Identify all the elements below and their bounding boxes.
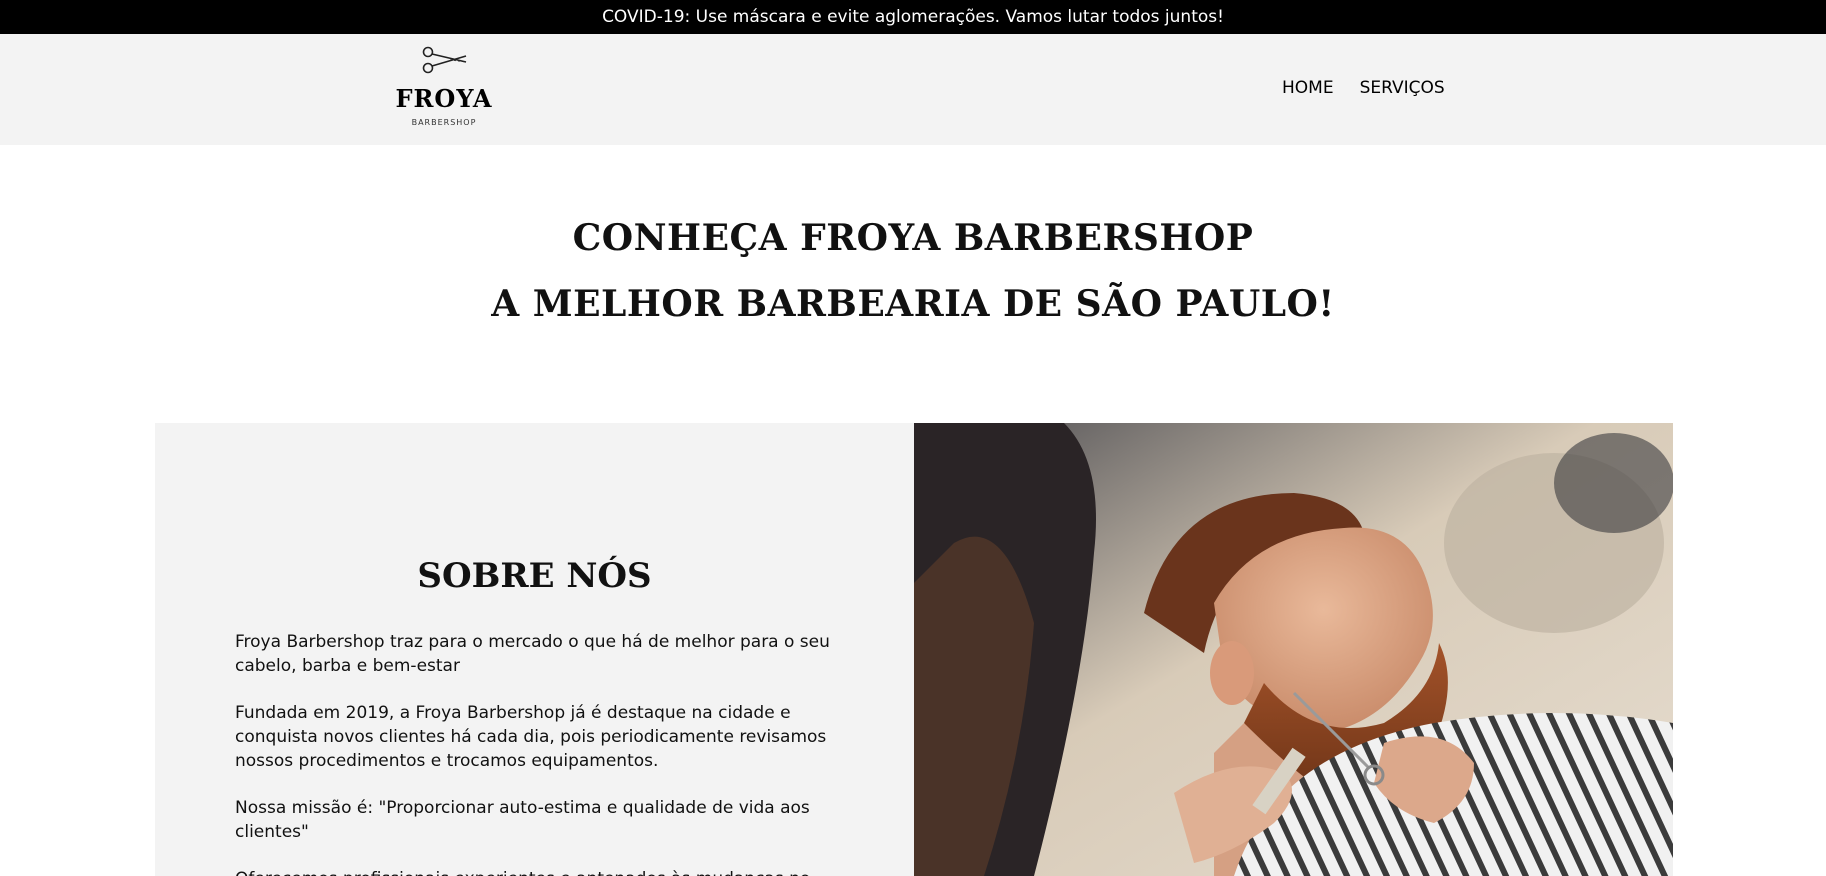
about-paragraph: Oferecemos profissionais experientes e a…: [235, 867, 845, 876]
about-paragraph: Nossa missão é: "Proporcionar auto-estim…: [235, 798, 810, 842]
logo-title: FROYA: [395, 84, 493, 113]
covid-banner-text: COVID-19: Use máscara e evite aglomeraçõ…: [602, 7, 1224, 27]
about-title: SOBRE NÓS: [417, 556, 652, 596]
about-section: SOBRE NÓS Froya Barbershop traz para o m…: [155, 423, 1673, 876]
site-header: FROYA BARBERSHOP HOME SERVIÇOS: [0, 34, 1826, 145]
barber-photo: [914, 423, 1673, 876]
site-logo[interactable]: FROYA BARBERSHOP: [392, 44, 496, 136]
about-paragraph: Fundada em 2019, a Froya Barbershop já é…: [235, 703, 827, 771]
about-text-panel: SOBRE NÓS Froya Barbershop traz para o m…: [155, 423, 914, 876]
about-paragraph: Froya Barbershop traz para o mercado o q…: [235, 632, 830, 676]
covid-banner: COVID-19: Use máscara e evite aglomeraçõ…: [0, 0, 1826, 34]
scissors-icon: [420, 44, 468, 76]
hero-title-line-2: A MELHOR BARBEARIA DE SÃO PAULO!: [491, 283, 1335, 325]
main-nav: HOME SERVIÇOS: [1282, 78, 1445, 98]
about-body: Froya Barbershop traz para o mercado o q…: [235, 630, 845, 876]
nav-servicos[interactable]: SERVIÇOS: [1360, 78, 1445, 98]
nav-home[interactable]: HOME: [1282, 78, 1334, 98]
logo-subtitle: BARBERSHOP: [411, 118, 477, 127]
hero-title-line-1: CONHEÇA FROYA BARBERSHOP: [572, 217, 1254, 259]
hero-section: CONHEÇA FROYA BARBERSHOP A MELHOR BARBEA…: [0, 205, 1826, 337]
